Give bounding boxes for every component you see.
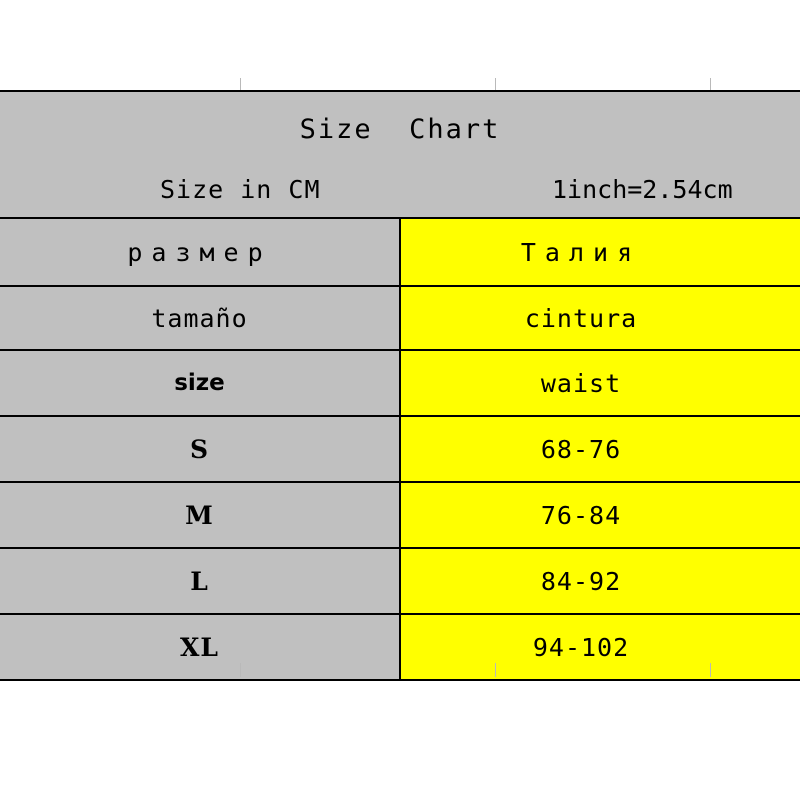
cell-size-xl: XL: [0, 614, 401, 681]
waist-value: 68-76: [540, 434, 622, 464]
size-label-russian: размер: [127, 237, 272, 267]
cell-size-m: M: [0, 482, 401, 549]
conversion-note: 1inch=2.54cm: [552, 175, 733, 204]
waist-value: 84-92: [540, 566, 622, 596]
cell-size-column-header: size: [0, 349, 401, 417]
size-value: XL: [180, 632, 219, 662]
size-value: S: [189, 434, 210, 464]
tick-mark-bottom-2: [495, 663, 496, 677]
waist-value: 94-102: [532, 632, 630, 662]
size-value: M: [185, 500, 214, 530]
table-row-russian-labels: размер Талия: [0, 217, 800, 287]
table-header-row: Size Chart Size in CM 1inch=2.54cm: [0, 90, 800, 219]
table-row-spanish-labels: tamaño cintura: [0, 286, 800, 351]
table-row: S 68-76: [0, 416, 800, 483]
tick-mark-bottom-3: [710, 663, 711, 677]
cell-waist-xl: 94-102: [399, 614, 800, 681]
size-column-header: size: [174, 370, 225, 396]
table-row-column-headers: size waist: [0, 349, 800, 417]
cell-waist-l: 84-92: [399, 548, 800, 615]
waist-label-spanish: cintura: [524, 303, 638, 333]
units-note: Size in CM: [160, 175, 321, 204]
table-row: M 76-84: [0, 482, 800, 549]
table-row: XL 94-102: [0, 614, 800, 681]
cell-waist-label-russian: Талия: [399, 217, 800, 287]
tick-mark-bottom-1: [240, 663, 241, 677]
cell-waist-label-spanish: cintura: [399, 286, 800, 351]
size-chart-table: Size Chart Size in CM 1inch=2.54cm разме…: [0, 90, 800, 681]
waist-column-header: waist: [540, 368, 622, 398]
waist-label-russian: Талия: [520, 237, 642, 267]
chart-header-cell: Size Chart Size in CM 1inch=2.54cm: [0, 90, 800, 219]
cell-waist-m: 76-84: [399, 482, 800, 549]
cell-size-label-russian: размер: [0, 217, 401, 287]
page-title: Size Chart: [299, 114, 501, 145]
cell-waist-s: 68-76: [399, 416, 800, 483]
cell-size-s: S: [0, 416, 401, 483]
table-row: L 84-92: [0, 548, 800, 615]
size-label-spanish: tamaño: [151, 303, 248, 333]
cell-size-label-spanish: tamaño: [0, 286, 401, 351]
waist-value: 76-84: [540, 500, 622, 530]
cell-size-l: L: [0, 548, 401, 615]
size-value: L: [190, 566, 209, 596]
cell-waist-column-header: waist: [399, 349, 800, 417]
